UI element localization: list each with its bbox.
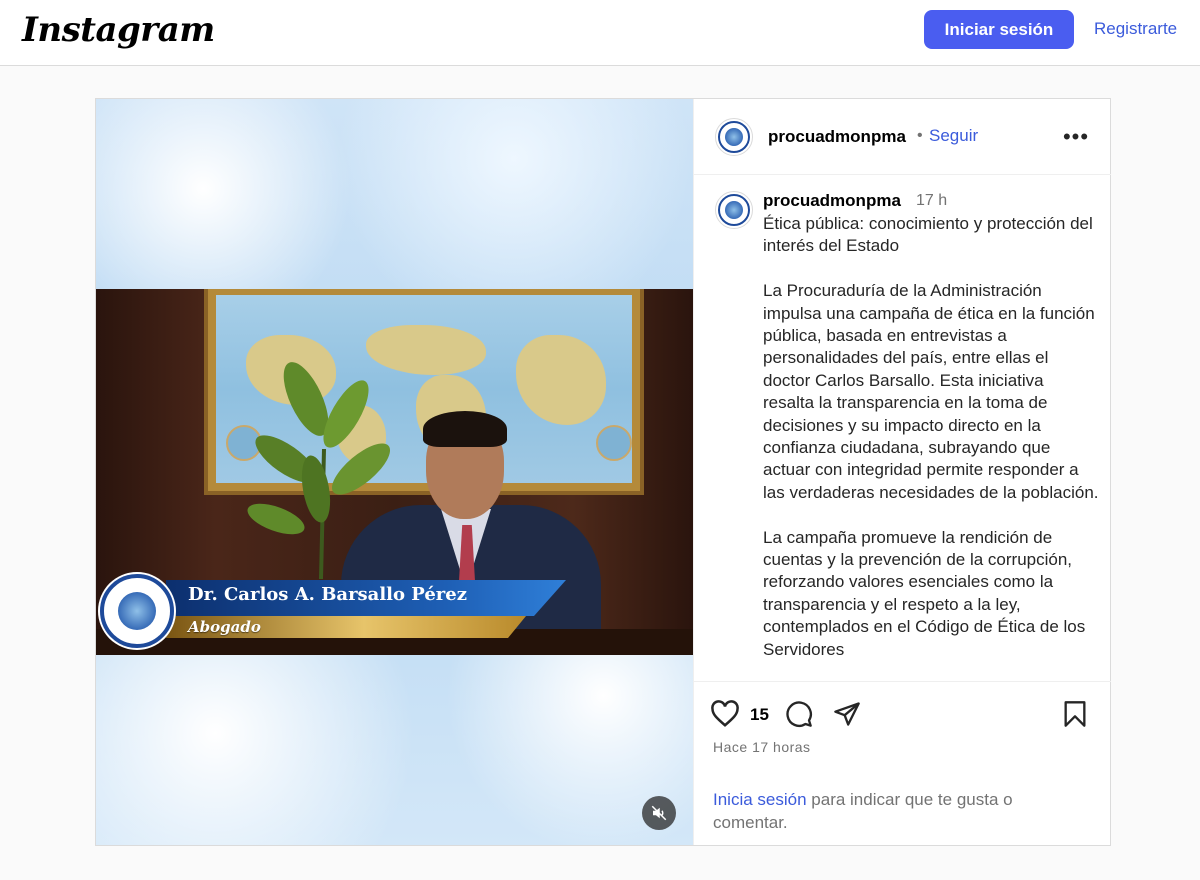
more-options-button[interactable]: ••• xyxy=(1062,123,1090,151)
post-author-username[interactable]: procuadmonpma xyxy=(768,127,906,147)
caption-avatar[interactable] xyxy=(715,191,753,229)
speaker-muted-icon xyxy=(651,805,667,821)
caption-paragraph: La Procuraduría de la Administración imp… xyxy=(763,281,1099,502)
heart-icon xyxy=(711,700,739,727)
caption-title: Ética pública: conocimiento y protección… xyxy=(763,214,1093,256)
institution-seal-icon xyxy=(100,574,174,648)
paper-plane-icon xyxy=(834,702,860,726)
caption-paragraph: La campaña promueve la rendición de cuen… xyxy=(763,527,1086,659)
post-sidebar: procuadmonpma • Seguir ••• procuadmonpma… xyxy=(693,99,1111,845)
instagram-logo[interactable]: Instagram xyxy=(22,10,215,50)
mute-button[interactable] xyxy=(642,796,676,830)
profile-avatar[interactable] xyxy=(715,118,753,156)
post-time[interactable]: 17 h xyxy=(916,192,947,210)
comment-icon xyxy=(786,701,812,727)
post-video[interactable]: Dr. Carlos A. Barsallo Pérez Abogado xyxy=(96,99,693,845)
like-button[interactable] xyxy=(708,697,742,731)
video-frame: Dr. Carlos A. Barsallo Pérez Abogado xyxy=(96,289,693,655)
speaker-role: Abogado xyxy=(188,618,261,636)
follow-button[interactable]: Seguir xyxy=(929,126,978,146)
post-header: procuadmonpma • Seguir ••• xyxy=(694,99,1111,175)
speaker-name: Dr. Carlos A. Barsallo Pérez xyxy=(188,584,467,605)
save-button[interactable] xyxy=(1058,697,1092,731)
separator-dot: • xyxy=(917,127,923,144)
post-actions: 15 Hace 17 horas Inicia sesión para indi… xyxy=(694,681,1111,845)
likes-count[interactable]: 15 xyxy=(750,705,769,725)
caption-username[interactable]: procuadmonpma xyxy=(763,191,901,211)
login-prompt: Inicia sesión para indicar que te gusta … xyxy=(713,788,1073,834)
login-button[interactable]: Iniciar sesión xyxy=(924,10,1074,49)
comment-button[interactable] xyxy=(782,697,816,731)
top-navigation-bar: Instagram Iniciar sesión Registrarte xyxy=(0,0,1200,66)
login-link[interactable]: Inicia sesión xyxy=(713,790,807,809)
caption-section: procuadmonpma 17 h Ética pública: conoci… xyxy=(694,176,1111,681)
share-button[interactable] xyxy=(830,697,864,731)
register-link[interactable]: Registrarte xyxy=(1094,19,1177,39)
bookmark-icon xyxy=(1064,701,1086,727)
post-container: Dr. Carlos A. Barsallo Pérez Abogado pro… xyxy=(95,98,1111,846)
video-lower-third: Dr. Carlos A. Barsallo Pérez Abogado xyxy=(96,574,576,648)
caption-text: Ética pública: conocimiento y protección… xyxy=(763,213,1099,681)
posted-time[interactable]: Hace 17 horas xyxy=(713,739,811,755)
